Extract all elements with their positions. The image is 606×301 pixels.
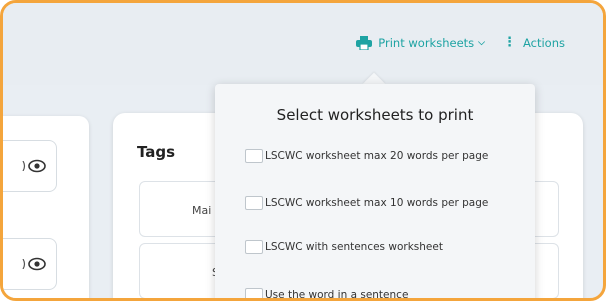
eye-icon[interactable] [28, 159, 46, 173]
tags-title: Tags [137, 143, 176, 161]
print-worksheets-label: Print worksheets [378, 35, 475, 50]
actions-button[interactable]: ⋮ Actions [503, 35, 565, 50]
option-checkbox[interactable] [245, 240, 263, 254]
actions-label: Actions [522, 35, 565, 50]
option-label: LSCWC worksheet max 10 words per page [265, 197, 489, 209]
audio-icon [22, 161, 26, 171]
kebab-icon: ⋮ [502, 35, 516, 50]
toolbar: Print worksheets ⌵ ⋮ Actions [356, 35, 565, 50]
audio-icon [22, 259, 26, 269]
list-item[interactable] [3, 238, 57, 290]
option-checkbox[interactable] [245, 196, 263, 210]
worksheet-option[interactable]: LSCWC with sentences worksheet [245, 240, 443, 254]
printer-icon [356, 35, 373, 50]
print-worksheets-dropdown: Select worksheets to print LSCWC workshe… [215, 84, 535, 301]
worksheet-option[interactable]: LSCWC worksheet max 10 words per page [245, 196, 488, 210]
app-frame: Print worksheets ⌵ ⋮ Actions Tags Mai Se… [0, 0, 606, 301]
chevron-down-icon: ⌵ [478, 37, 485, 48]
option-label: Use the word in a sentence [265, 289, 409, 301]
dropdown-title: Select worksheets to print [276, 106, 474, 124]
left-panel [3, 116, 89, 298]
tag-row-label: Mai [192, 204, 212, 217]
print-worksheets-button[interactable]: Print worksheets ⌵ [356, 35, 485, 50]
eye-icon[interactable] [28, 257, 46, 271]
option-checkbox[interactable] [245, 149, 263, 163]
worksheet-option[interactable]: LSCWC worksheet max 20 words per page [245, 149, 488, 163]
option-label: LSCWC with sentences worksheet [265, 241, 443, 253]
top-bar: Print worksheets ⌵ ⋮ Actions [3, 3, 603, 85]
option-checkbox[interactable] [245, 288, 263, 298]
worksheet-option[interactable]: Use the word in a sentence [245, 288, 409, 301]
option-label: LSCWC worksheet max 20 words per page [265, 150, 489, 162]
list-item[interactable] [3, 140, 57, 192]
